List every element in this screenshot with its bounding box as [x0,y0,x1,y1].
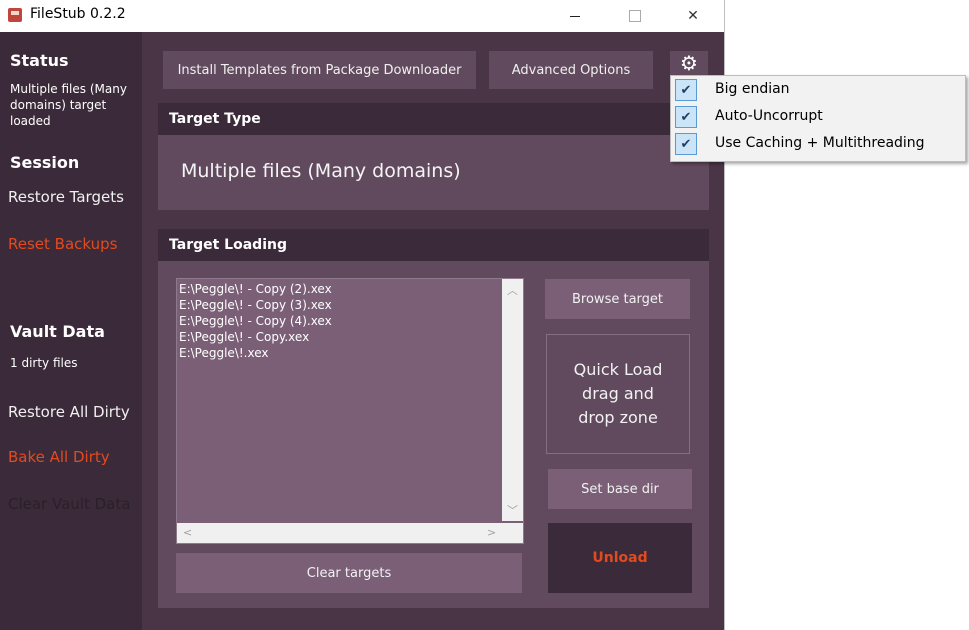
set-base-dir-button[interactable]: Set base dir [548,469,692,509]
app-window: FileStub 0.2.2 ✕ Status Multiple files (… [0,0,724,630]
gear-icon: ⚙ [680,51,698,75]
list-item[interactable]: E:\Peggle\! - Copy.xex [179,329,501,345]
target-file-list[interactable]: E:\Peggle\! - Copy (2).xex E:\Peggle\! -… [176,278,524,544]
file-list-content: E:\Peggle\! - Copy (2).xex E:\Peggle\! -… [179,281,501,519]
menu-item-label: Big endian [715,81,790,97]
main-area: Install Templates from Package Downloade… [142,32,724,630]
chevron-right-icon[interactable]: > [487,526,496,539]
maximize-button[interactable] [612,0,658,32]
menu-item-auto-uncorrupt[interactable]: ✔ Auto-Uncorrupt [671,104,963,131]
restore-all-dirty-button[interactable]: Restore All Dirty [8,403,130,421]
unload-button[interactable]: Unload [548,523,692,593]
status-heading: Status [10,51,69,70]
target-type-panel: Multiple files (Many domains) [158,135,709,210]
chevron-up-icon[interactable]: ︿ [507,282,518,298]
target-loading-header: Target Loading [158,229,709,261]
minimize-icon [570,15,580,17]
status-text: Multiple files (Many domains) target loa… [10,82,127,128]
maximize-icon [629,10,641,22]
horizontal-scrollbar[interactable]: < > [177,523,523,543]
list-item[interactable]: E:\Peggle\!.xex [179,345,501,361]
vault-data-heading: Vault Data [10,322,105,341]
bake-all-dirty-button[interactable]: Bake All Dirty [8,448,110,466]
quick-load-label: Quick Load drag and drop zone [573,360,663,427]
clear-targets-button[interactable]: Clear targets [176,553,522,593]
advanced-options-button[interactable]: Advanced Options [489,51,653,89]
target-type-value: Multiple files (Many domains) [181,160,461,182]
chevron-down-icon[interactable]: ﹀ [507,502,518,518]
sidebar: Status Multiple files (Many domains) tar… [0,32,142,630]
menu-item-label: Use Caching + Multithreading [715,135,925,151]
close-icon: ✕ [687,8,699,24]
app-icon [8,8,22,22]
close-button[interactable]: ✕ [670,0,716,32]
list-item[interactable]: E:\Peggle\! - Copy (4).xex [179,313,501,329]
menu-item-label: Auto-Uncorrupt [715,108,823,124]
browse-target-button[interactable]: Browse target [545,279,690,319]
check-icon: ✔ [675,133,697,155]
menu-item-big-endian[interactable]: ✔ Big endian [671,77,963,104]
restore-targets-button[interactable]: Restore Targets [8,188,124,206]
reset-backups-button[interactable]: Reset Backups [8,235,117,253]
clear-vault-data-button[interactable]: Clear Vault Data [8,495,130,513]
check-icon: ✔ [675,79,697,101]
install-templates-button[interactable]: Install Templates from Package Downloade… [163,51,476,89]
list-item[interactable]: E:\Peggle\! - Copy (3).xex [179,297,501,313]
check-icon: ✔ [675,106,697,128]
quick-load-dropzone[interactable]: Quick Load drag and drop zone [546,334,690,454]
target-type-header: Target Type [158,103,709,135]
title-bar: FileStub 0.2.2 ✕ [0,0,724,32]
vertical-scrollbar[interactable]: ︿ ﹀ [502,279,523,521]
menu-item-caching-multithreading[interactable]: ✔ Use Caching + Multithreading [671,131,963,158]
vault-count: 1 dirty files [10,356,78,370]
session-heading: Session [10,153,80,172]
list-item[interactable]: E:\Peggle\! - Copy (2).xex [179,281,501,297]
window-title: FileStub 0.2.2 [30,6,126,22]
minimize-button[interactable] [552,0,598,32]
chevron-left-icon[interactable]: < [183,526,192,539]
settings-dropdown-menu: ✔ Big endian ✔ Auto-Uncorrupt ✔ Use Cach… [670,75,966,162]
